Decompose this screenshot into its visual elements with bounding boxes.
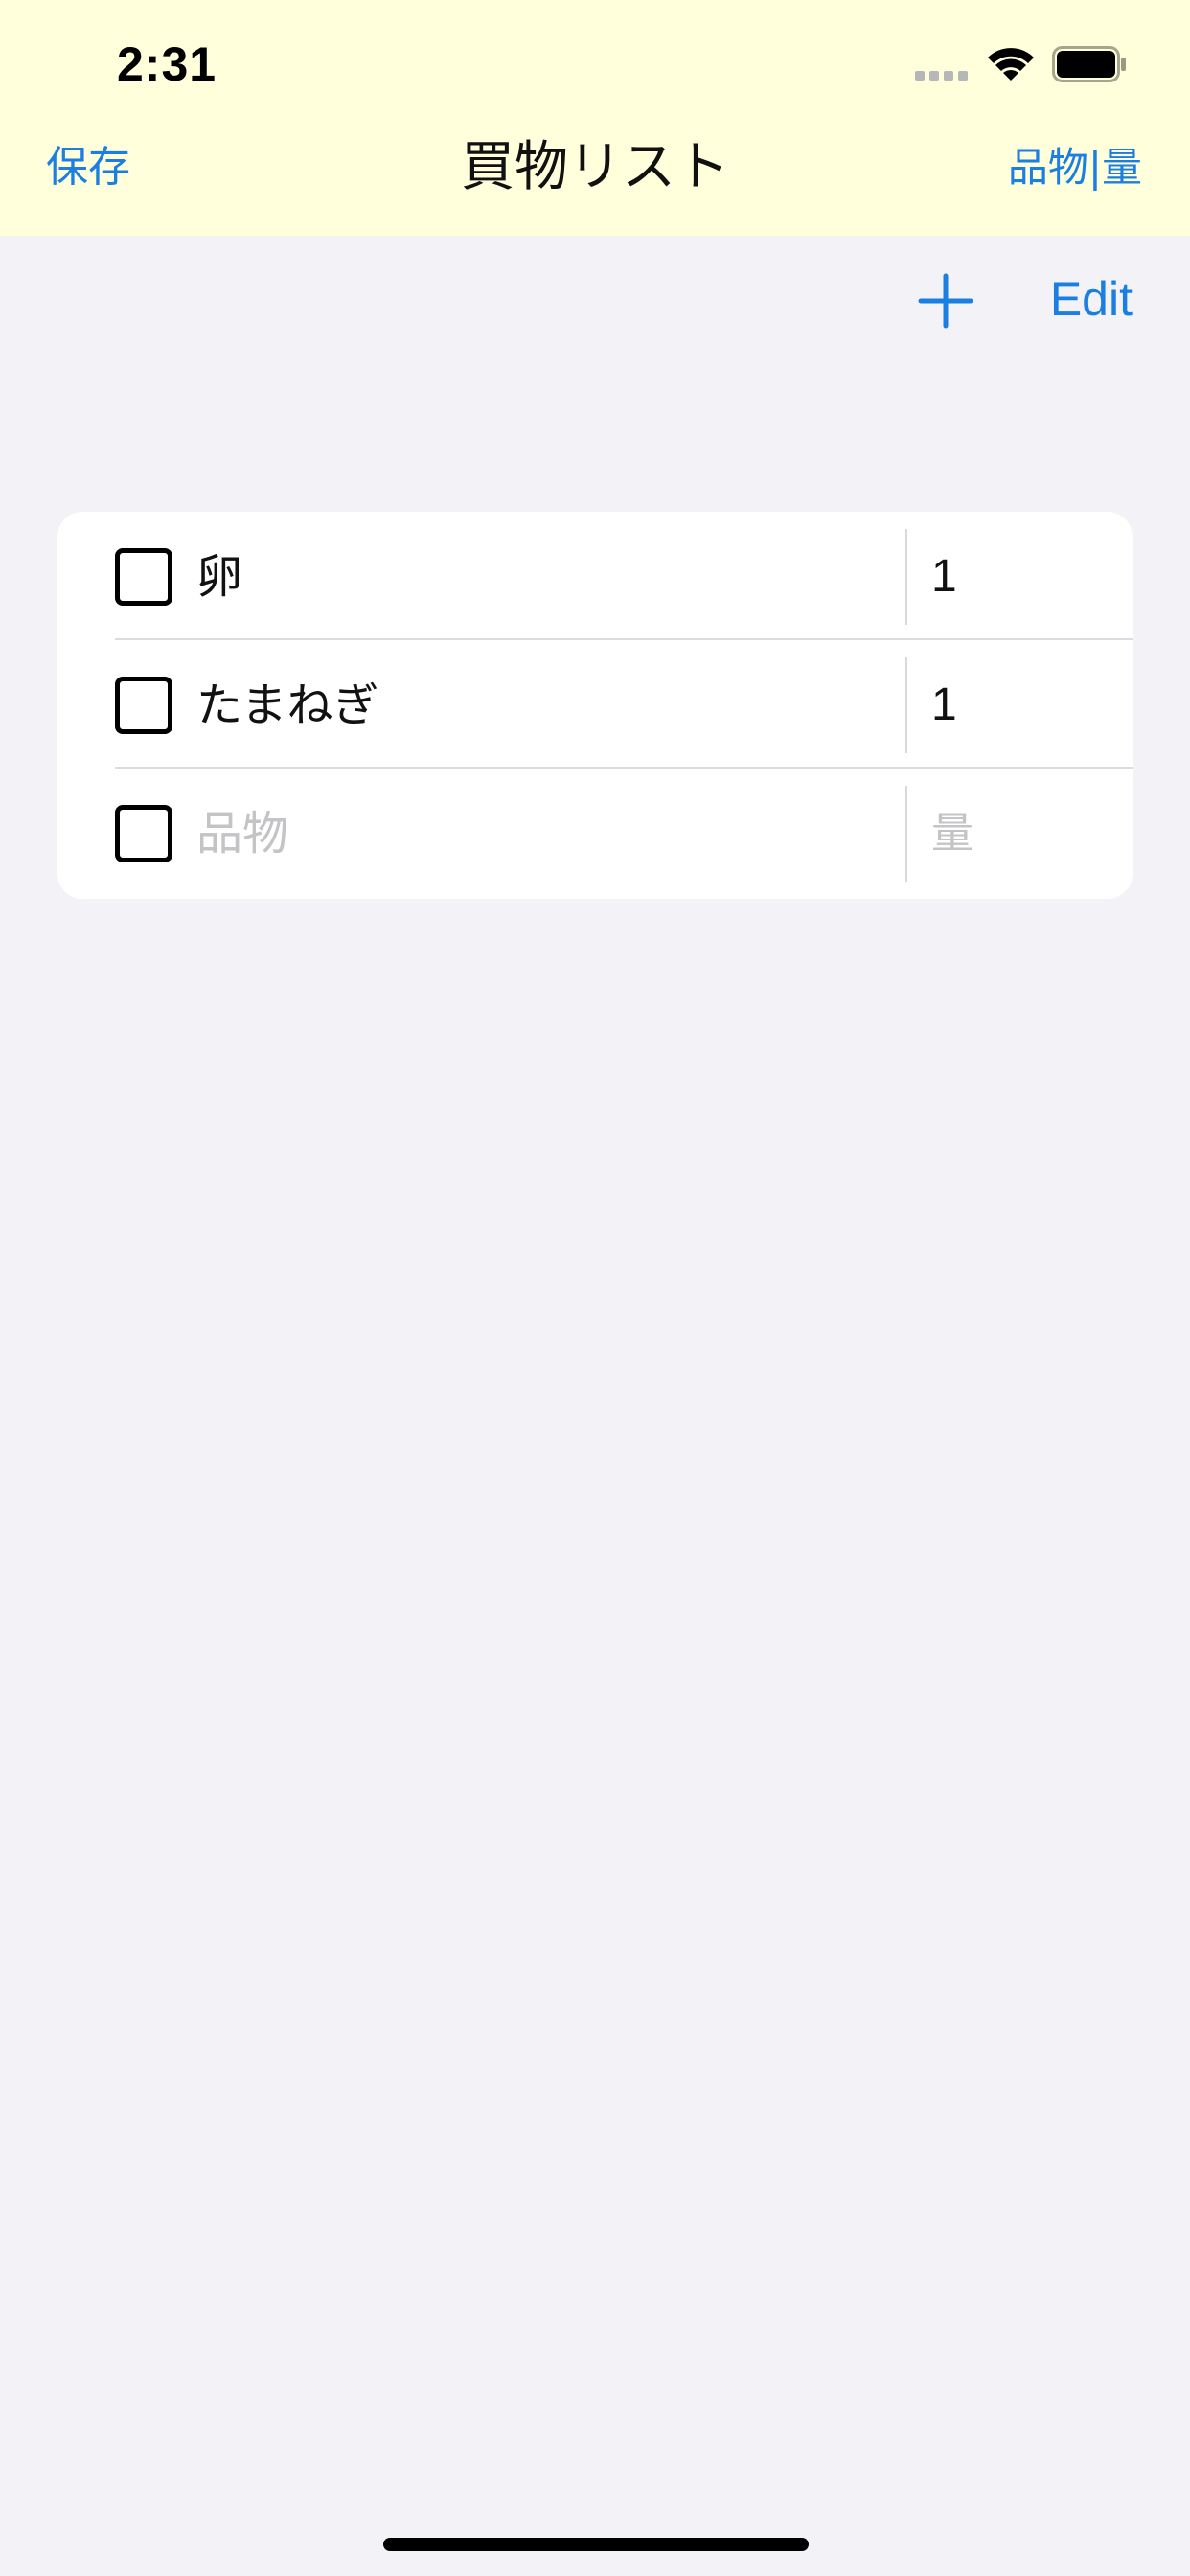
list-item[interactable]: 卵 1 — [57, 512, 1133, 640]
item-quantity-field[interactable]: 1 — [931, 677, 957, 734]
item-name-field[interactable]: 卵 — [196, 548, 242, 606]
battery-icon — [1052, 46, 1126, 82]
column-divider — [905, 786, 907, 882]
new-item-row[interactable]: 品物 量 — [57, 769, 1133, 897]
checkbox[interactable] — [115, 805, 172, 862]
shopping-list: 卵 1 たまねぎ 1 品物 量 — [57, 512, 1133, 899]
home-indicator[interactable] — [383, 2538, 809, 2551]
cellular-signal-icon — [915, 71, 968, 80]
item-quantity-field[interactable]: 1 — [931, 548, 957, 606]
edit-button[interactable]: Edit — [1050, 270, 1133, 328]
list-item[interactable]: たまねぎ 1 — [57, 640, 1133, 769]
new-item-name-input[interactable]: 品物 — [196, 805, 288, 862]
plus-icon[interactable] — [918, 273, 973, 329]
checkbox[interactable] — [115, 548, 172, 606]
top-bar: 2:31 保存 買物リスト 品物|量 — [0, 0, 1190, 236]
column-divider — [905, 529, 907, 625]
item-quantity-toggle-button[interactable]: 品物|量 — [1008, 139, 1142, 196]
checkbox[interactable] — [115, 677, 172, 734]
item-name-field[interactable]: たまねぎ — [196, 677, 379, 734]
column-divider — [905, 657, 907, 753]
wifi-icon — [988, 48, 1034, 80]
status-time: 2:31 — [117, 37, 217, 91]
new-item-quantity-input[interactable]: 量 — [931, 805, 973, 862]
screen: 2:31 保存 買物リスト 品物|量 Edit 卵 1 たまねぎ 1 品物 量 — [0, 0, 1190, 2576]
